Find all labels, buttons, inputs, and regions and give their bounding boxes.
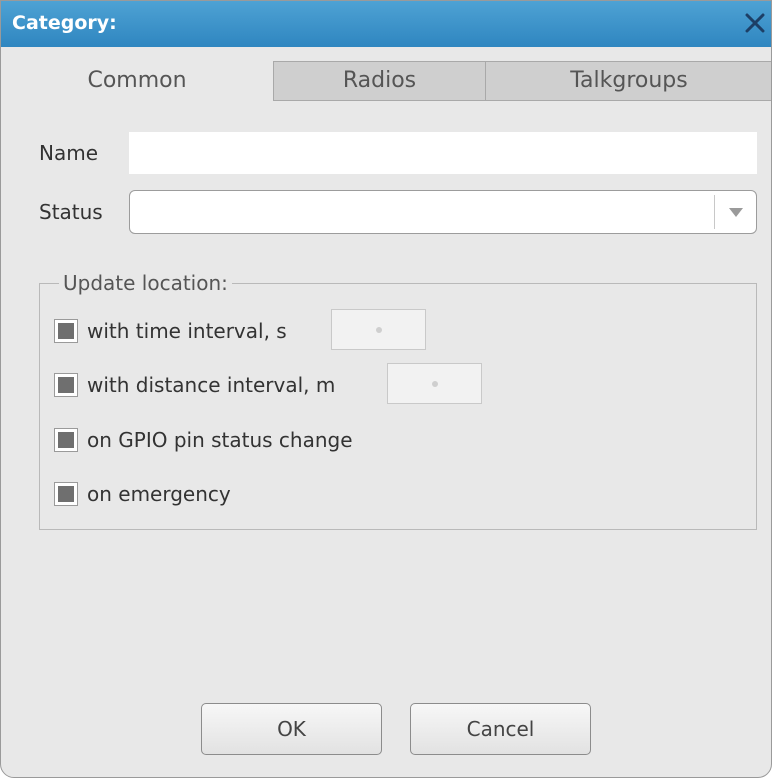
tab-talkgroups[interactable]: Talkgroups: [485, 61, 771, 101]
time-interval-checkbox[interactable]: [54, 319, 78, 343]
name-label: Name: [39, 141, 99, 165]
dialog-title: Category:: [12, 12, 117, 34]
emergency-label: on emergency: [87, 482, 231, 506]
cancel-button[interactable]: Cancel: [410, 703, 591, 755]
chevron-down-icon[interactable]: [726, 205, 746, 219]
tab-radios[interactable]: Radios: [273, 61, 486, 101]
name-field[interactable]: [129, 132, 757, 174]
update-location-legend: Update location:: [59, 271, 232, 295]
tab-bar: Common Radios Talkgroups: [1, 61, 771, 101]
ok-button[interactable]: OK: [201, 703, 382, 755]
time-interval-input[interactable]: [331, 309, 426, 350]
tab-divider: [273, 100, 771, 101]
title-bar: Category:: [1, 1, 771, 47]
distance-interval-label: with distance interval, m: [87, 373, 336, 397]
distance-interval-input[interactable]: [387, 363, 482, 404]
gpio-status-checkbox[interactable]: [54, 428, 78, 452]
select-divider: [714, 195, 715, 229]
distance-interval-checkbox[interactable]: [54, 373, 78, 397]
category-dialog: Category: Common Radios Talkgroups Name …: [0, 0, 772, 778]
status-label: Status: [39, 200, 103, 224]
gpio-status-label: on GPIO pin status change: [87, 428, 353, 452]
tab-common[interactable]: Common: [1, 61, 273, 100]
status-select[interactable]: [129, 190, 757, 234]
time-interval-label: with time interval, s: [87, 319, 287, 343]
close-icon[interactable]: [741, 9, 769, 37]
emergency-checkbox[interactable]: [54, 482, 78, 506]
